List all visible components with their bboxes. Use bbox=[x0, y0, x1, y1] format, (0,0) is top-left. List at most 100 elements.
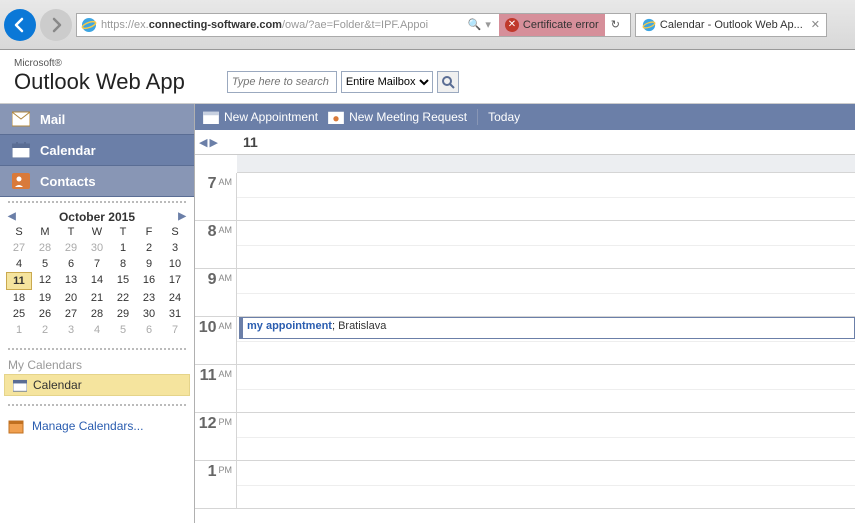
mini-cal-day[interactable]: 28 bbox=[84, 306, 110, 322]
calendar-list-item[interactable]: Calendar bbox=[4, 374, 190, 396]
time-row[interactable]: 9AM bbox=[195, 269, 855, 317]
address-bar[interactable]: https://ex.connecting-software.com/owa/?… bbox=[76, 13, 631, 37]
nav-label: Contacts bbox=[40, 174, 96, 189]
mini-cal-day[interactable]: 15 bbox=[110, 272, 136, 290]
mini-cal-dow: T bbox=[58, 224, 84, 240]
refresh-icon[interactable]: ↻ bbox=[611, 18, 620, 31]
manage-calendars-link[interactable]: Manage Calendars... bbox=[0, 410, 194, 442]
mini-cal-dow: S bbox=[6, 224, 32, 240]
browser-tab[interactable]: Calendar - Outlook Web Ap... ✕ bbox=[635, 13, 827, 37]
search-button[interactable] bbox=[437, 71, 459, 93]
time-cell[interactable] bbox=[237, 173, 855, 220]
mini-cal-day[interactable]: 4 bbox=[6, 256, 32, 272]
mini-cal-day[interactable]: 18 bbox=[6, 290, 32, 306]
search-input[interactable] bbox=[227, 71, 337, 93]
mini-cal-day[interactable]: 12 bbox=[32, 272, 58, 290]
mini-cal-day[interactable]: 1 bbox=[110, 240, 136, 256]
mini-cal-day[interactable]: 23 bbox=[136, 290, 162, 306]
appointment-location: ; Bratislava bbox=[332, 320, 386, 332]
time-row[interactable]: 1PM bbox=[195, 461, 855, 509]
mini-cal-day[interactable]: 5 bbox=[32, 256, 58, 272]
mini-cal-day[interactable]: 30 bbox=[136, 306, 162, 322]
url-domain: connecting-software.com bbox=[149, 19, 282, 31]
mini-cal-day[interactable]: 21 bbox=[84, 290, 110, 306]
back-button[interactable] bbox=[4, 9, 36, 41]
mini-cal-day[interactable]: 11 bbox=[6, 272, 32, 290]
time-cell[interactable] bbox=[237, 413, 855, 460]
manage-label: Manage Calendars... bbox=[32, 419, 143, 433]
mini-cal-day[interactable]: 27 bbox=[6, 240, 32, 256]
calendar-icon bbox=[13, 378, 27, 392]
certificate-error-badge[interactable]: ✕ Certificate error bbox=[499, 14, 605, 36]
mini-cal-day[interactable]: 2 bbox=[136, 240, 162, 256]
app-logo: Microsoft® Outlook Web App bbox=[14, 58, 185, 95]
allday-row[interactable] bbox=[237, 155, 855, 173]
mini-cal-day[interactable]: 2 bbox=[32, 322, 58, 338]
mini-cal-day[interactable]: 5 bbox=[110, 322, 136, 338]
prev-day-button[interactable]: ◀ bbox=[199, 136, 207, 149]
sidebar-item-contacts[interactable]: Contacts bbox=[0, 166, 194, 197]
mini-cal-day[interactable]: 14 bbox=[84, 272, 110, 290]
appointment[interactable]: my appointment; Bratislava bbox=[239, 317, 855, 339]
mini-cal-day[interactable]: 3 bbox=[162, 240, 188, 256]
time-cell[interactable]: my appointment; Bratislava bbox=[237, 317, 855, 364]
calendar-view: New Appointment New Meeting Request Toda… bbox=[195, 104, 855, 523]
sidebar-item-calendar[interactable]: Calendar bbox=[0, 135, 194, 166]
mini-cal-day[interactable]: 27 bbox=[58, 306, 84, 322]
mini-cal-day[interactable]: 29 bbox=[58, 240, 84, 256]
mini-cal-day[interactable]: 9 bbox=[136, 256, 162, 272]
mini-cal-day[interactable]: 10 bbox=[162, 256, 188, 272]
close-icon[interactable]: ✕ bbox=[811, 18, 820, 31]
mini-cal-day[interactable]: 25 bbox=[6, 306, 32, 322]
time-cell[interactable] bbox=[237, 221, 855, 268]
time-row[interactable]: 7AM bbox=[195, 173, 855, 221]
mini-cal-day[interactable]: 20 bbox=[58, 290, 84, 306]
mini-cal-day[interactable]: 1 bbox=[6, 322, 32, 338]
app-title: Outlook Web App bbox=[14, 69, 185, 95]
mini-cal-day[interactable]: 30 bbox=[84, 240, 110, 256]
search-scope-select[interactable]: Entire Mailbox bbox=[341, 71, 433, 93]
error-icon: ✕ bbox=[505, 18, 519, 32]
time-row[interactable]: 11AM bbox=[195, 365, 855, 413]
mini-cal-day[interactable]: 28 bbox=[32, 240, 58, 256]
ie-icon bbox=[642, 18, 656, 32]
mini-cal-day[interactable]: 31 bbox=[162, 306, 188, 322]
forward-button[interactable] bbox=[40, 9, 72, 41]
mini-cal-dow: T bbox=[110, 224, 136, 240]
time-row[interactable]: 8AM bbox=[195, 221, 855, 269]
today-button[interactable]: Today bbox=[488, 110, 520, 124]
mini-cal-day[interactable]: 7 bbox=[84, 256, 110, 272]
mini-cal-day[interactable]: 16 bbox=[136, 272, 162, 290]
time-row[interactable]: 12PM bbox=[195, 413, 855, 461]
mini-cal-day[interactable]: 7 bbox=[162, 322, 188, 338]
mini-cal-dow: S bbox=[162, 224, 188, 240]
nav-label: Mail bbox=[40, 112, 65, 127]
mini-cal-day[interactable]: 4 bbox=[84, 322, 110, 338]
button-label: Today bbox=[488, 110, 520, 124]
mini-cal-day[interactable]: 8 bbox=[110, 256, 136, 272]
mini-cal-day[interactable]: 29 bbox=[110, 306, 136, 322]
mini-cal-day[interactable]: 6 bbox=[136, 322, 162, 338]
next-month-button[interactable]: ▶ bbox=[176, 209, 188, 224]
mini-cal-day[interactable]: 3 bbox=[58, 322, 84, 338]
separator bbox=[8, 201, 186, 203]
url-prefix: https://ex. bbox=[101, 19, 149, 31]
mini-cal-day[interactable]: 19 bbox=[32, 290, 58, 306]
main-area: Mail Calendar Contacts ◀ October 2015 ▶ … bbox=[0, 104, 855, 523]
mini-cal-day[interactable]: 13 bbox=[58, 272, 84, 290]
sidebar-item-mail[interactable]: Mail bbox=[0, 104, 194, 135]
mini-cal-day[interactable]: 17 bbox=[162, 272, 188, 290]
time-cell[interactable] bbox=[237, 269, 855, 316]
search-icon[interactable]: 🔍 bbox=[468, 18, 482, 31]
prev-month-button[interactable]: ◀ bbox=[6, 209, 18, 224]
new-meeting-button[interactable]: New Meeting Request bbox=[328, 110, 467, 124]
time-cell[interactable] bbox=[237, 461, 855, 508]
time-row[interactable]: 10AMmy appointment; Bratislava bbox=[195, 317, 855, 365]
time-cell[interactable] bbox=[237, 365, 855, 412]
mini-cal-day[interactable]: 22 bbox=[110, 290, 136, 306]
new-appointment-button[interactable]: New Appointment bbox=[203, 110, 318, 124]
mini-cal-day[interactable]: 24 bbox=[162, 290, 188, 306]
next-day-button[interactable]: ▶ bbox=[209, 136, 217, 149]
mini-cal-day[interactable]: 6 bbox=[58, 256, 84, 272]
mini-cal-day[interactable]: 26 bbox=[32, 306, 58, 322]
